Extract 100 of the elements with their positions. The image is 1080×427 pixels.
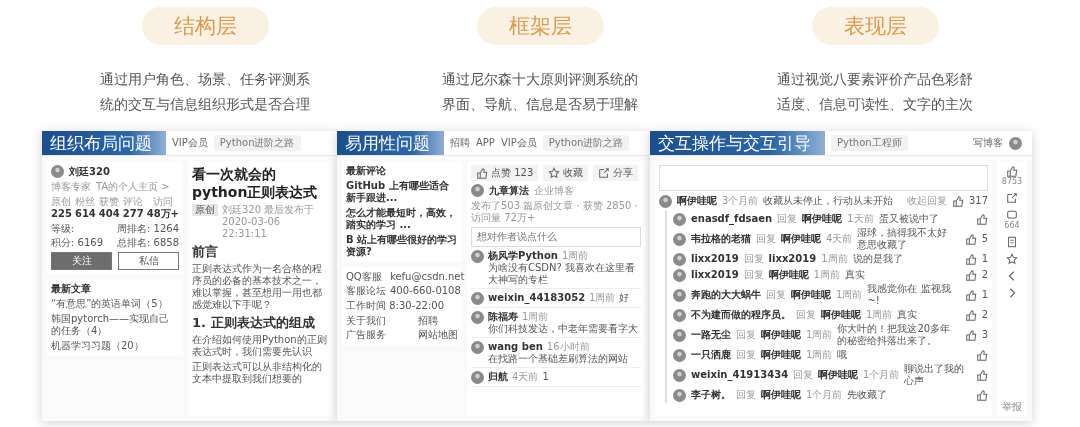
search-field[interactable]: Python进阶之路 <box>542 135 630 151</box>
thumbs-up-icon[interactable] <box>951 195 964 207</box>
avatar-icon <box>471 341 484 354</box>
reply-target[interactable]: 啊伊哇呢 <box>802 213 843 225</box>
document-icon[interactable] <box>1006 236 1018 248</box>
thumbs-up-icon[interactable] <box>964 253 977 265</box>
nav-link[interactable]: 招聘 <box>450 137 470 149</box>
reply-user[interactable]: enasdf_fdsaen <box>691 213 773 225</box>
comment-field[interactable] <box>659 165 988 191</box>
nav-link[interactable]: APP <box>476 137 495 149</box>
comment-user[interactable]: weixin_44183052 <box>488 292 586 304</box>
reply-target[interactable]: 啊伊哇呢 <box>821 309 861 321</box>
rail-count: 8753 <box>1001 177 1023 187</box>
article-link[interactable]: 机器学习习题（20） <box>51 340 179 352</box>
reply-target[interactable]: 啊伊哇呢 <box>791 289 831 301</box>
author-name[interactable]: 刘廷320 <box>69 165 110 178</box>
reply-time: 1周前 <box>813 269 840 281</box>
comment-link[interactable]: B 站上有哪些很好的学习资源? <box>346 234 458 258</box>
comment-icon[interactable] <box>1006 209 1018 221</box>
footer-link[interactable]: 招聘 <box>418 315 458 327</box>
contact-text[interactable]: QQ客服 <box>346 271 386 283</box>
thumbs-up-icon[interactable] <box>964 269 977 281</box>
layer-description: 通过尼尔森十大原则评测系统的 界面、导航、信息是否易于理解 <box>442 70 638 114</box>
footer-link[interactable]: 关于我们 <box>346 315 386 327</box>
write-blog-link[interactable]: 写博客 <box>973 137 1003 149</box>
layer-label: 表现层 <box>811 7 939 45</box>
reply-user[interactable]: 一路无尘 <box>691 329 731 341</box>
thumbs-up-icon[interactable] <box>964 289 977 301</box>
comment-link[interactable]: GitHub 上有哪些适合新手跟进... <box>346 180 458 204</box>
article-link[interactable]: 韩国pytorch——实现自己的任务（4） <box>51 313 179 337</box>
reply-user[interactable]: 韦拉格的老猫 <box>691 233 751 245</box>
footer-link[interactable]: 广告服务 <box>346 329 386 341</box>
reply-user[interactable]: 奔跑的大大蜗牛 <box>691 289 761 301</box>
reply-target[interactable]: 啊伊哇呢 <box>761 329 801 341</box>
thumbs-up-icon[interactable] <box>976 389 988 401</box>
share-icon[interactable] <box>598 167 611 179</box>
reply-target[interactable]: 啊伊哇呢 <box>761 349 801 361</box>
thumbs-up-icon[interactable] <box>964 309 977 321</box>
reply-user[interactable]: 不为建而做的程序员。 <box>691 309 791 321</box>
thumbs-up-icon[interactable] <box>1006 165 1018 177</box>
message-button[interactable]: 私信 <box>118 252 179 270</box>
footer-link[interactable]: 网站地图 <box>418 329 458 341</box>
star-icon[interactable] <box>548 167 561 179</box>
search-field[interactable]: Python工程师 <box>831 135 908 151</box>
nav-link[interactable]: VIP会员 <box>172 137 208 149</box>
author-name[interactable]: 九章算法 <box>489 184 529 197</box>
like-count: 2 <box>981 269 988 281</box>
comment-link[interactable]: 怎么才能最短时，高效，踏实的学习 ... <box>346 207 458 231</box>
reply-time: 4天前 <box>826 233 853 245</box>
reply-target[interactable]: 啊伊哇呢 <box>768 269 809 281</box>
avatar-icon <box>673 288 686 302</box>
contact-text[interactable]: 客服论坛 <box>346 285 386 297</box>
comment-time: 3个月前 <box>722 195 759 207</box>
search-field[interactable]: Python进阶之路 <box>213 135 301 151</box>
reply-text: 先收藏了 <box>847 389 888 401</box>
comment-user[interactable]: 归航 <box>488 371 508 383</box>
stat-label: 评论 <box>122 196 144 208</box>
contact-text[interactable]: kefu@csdn.net <box>390 271 465 283</box>
reply-target[interactable]: 啊伊哇呢 <box>781 233 821 245</box>
report-link[interactable]: 举报 <box>1002 402 1022 412</box>
author-meta: 发布了503 篇原创文章 · 获赞 2850 · 访问量 72万+ <box>471 200 639 224</box>
comment-text: 好 <box>619 292 630 304</box>
like-count: 1 <box>981 289 988 301</box>
reply-user[interactable]: lixx2019 <box>691 253 739 265</box>
thumbs-up-icon[interactable] <box>976 213 988 225</box>
stat-value: 614 <box>74 208 96 220</box>
avatar-icon <box>51 165 64 178</box>
article-meta: 刘廷320 最后发布于2020-03-06 22:31:11 <box>222 204 316 240</box>
contact-text[interactable]: 400-660-0108 <box>390 285 465 297</box>
comment-user[interactable]: 啊伊哇呢 <box>677 195 717 207</box>
follow-button[interactable]: 关注 <box>51 252 112 270</box>
section-heading: 前言 <box>192 243 219 260</box>
section-title: 最新文章 <box>51 283 92 295</box>
thumbs-up-icon[interactable] <box>976 369 988 381</box>
reply-time: 1个月前 <box>863 369 900 381</box>
star-icon[interactable] <box>1006 253 1018 265</box>
like-button[interactable]: 点赞 123 <box>471 165 539 181</box>
star-button[interactable]: 收藏 <box>543 165 589 181</box>
comment-user[interactable]: 陈福寿 <box>488 311 518 323</box>
reply-target[interactable]: 啊伊哇呢 <box>761 389 801 401</box>
thumbs-up-icon[interactable] <box>476 167 488 179</box>
thumbs-up-icon[interactable] <box>964 233 977 245</box>
reply-target[interactable]: 啊伊哇呢 <box>818 369 859 381</box>
article-link[interactable]: “有意思”的英语单词（5） <box>51 298 179 310</box>
stat-value: 277 <box>122 208 144 220</box>
reply-user[interactable]: weixin_41913434 <box>691 369 789 381</box>
avatar-icon <box>471 371 484 384</box>
thumbs-up-icon[interactable] <box>964 329 977 341</box>
comment-user[interactable]: 杨风学Python <box>488 250 558 262</box>
comment-user[interactable]: wang ben <box>488 341 543 353</box>
comment-field[interactable]: 想对作者说点什么 <box>471 227 641 247</box>
share-button[interactable]: 分享 <box>593 165 639 181</box>
nav-link[interactable]: VIP会员 <box>500 137 537 149</box>
reply-user[interactable]: lixx2019 <box>691 269 739 281</box>
reply-user[interactable]: 一只洒鹿 <box>691 349 731 361</box>
reply-text: 真实 <box>844 269 865 281</box>
reply-user[interactable]: 李子树。 <box>691 389 731 401</box>
share-icon[interactable] <box>1006 192 1018 204</box>
thumbs-up-icon[interactable] <box>976 349 988 361</box>
reply-target[interactable]: lixx2019 <box>768 253 817 265</box>
